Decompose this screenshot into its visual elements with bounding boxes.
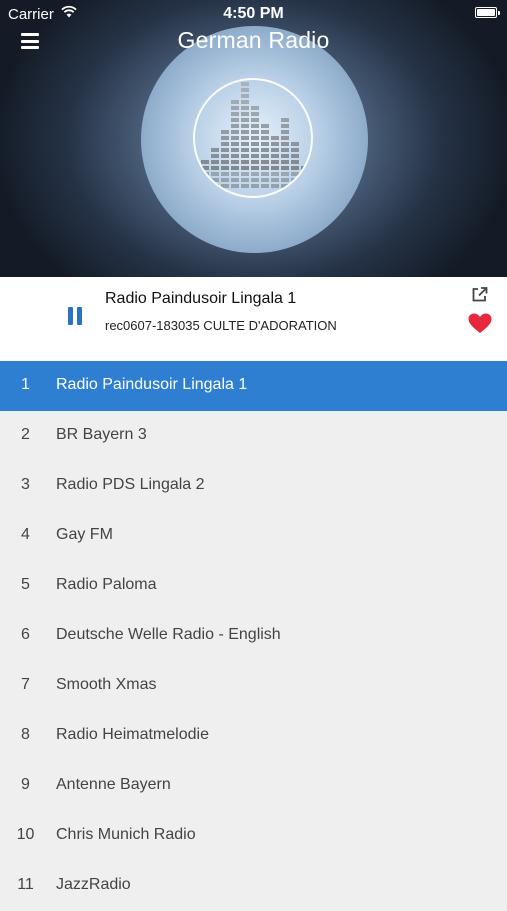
station-number: 2: [21, 426, 30, 443]
station-number: 7: [21, 676, 30, 693]
station-number: 3: [21, 476, 30, 493]
status-time: 4:50 PM: [223, 5, 284, 22]
equalizer-icon: [201, 82, 309, 188]
station-name: Radio Heimatmelodie: [56, 726, 209, 743]
station-number: 4: [21, 526, 30, 543]
station-name: Smooth Xmas: [56, 676, 157, 693]
station-row[interactable]: 8 Radio Heimatmelodie: [0, 711, 507, 761]
station-number: 6: [21, 626, 30, 643]
now-playing-track: rec0607-183035 CULTE D'ADORATION: [105, 318, 337, 333]
station-number: 9: [21, 776, 30, 793]
station-number: 5: [21, 576, 30, 593]
station-name: Radio Paloma: [56, 576, 157, 593]
header: Carrier 4:50 PM German Radio: [0, 0, 507, 277]
station-row[interactable]: 5 Radio Paloma: [0, 561, 507, 611]
equalizer-artwork: [193, 78, 313, 198]
station-row[interactable]: 6 Deutsche Welle Radio - English: [0, 611, 507, 661]
station-list: 1 Radio Paindusoir Lingala 1 2 BR Bayern 3 3…: [0, 361, 507, 911]
now-playing-bar: Radio Paindusoir Lingala 1 rec0607-18303…: [0, 277, 507, 361]
station-number: 11: [17, 876, 34, 893]
pause-icon[interactable]: [67, 307, 83, 325]
station-name: Antenne Bayern: [56, 776, 171, 793]
now-playing-station: Radio Paindusoir Lingala 1: [105, 290, 297, 307]
station-row[interactable]: 11 JazzRadio: [0, 861, 507, 911]
station-name: JazzRadio: [56, 876, 131, 893]
station-row[interactable]: 10 Chris Munich Radio: [0, 811, 507, 861]
station-row[interactable]: 9 Antenne Bayern: [0, 761, 507, 811]
station-row[interactable]: 4 Gay FM: [0, 511, 507, 561]
station-number: 1: [21, 376, 30, 393]
station-name: BR Bayern 3: [56, 426, 147, 443]
station-name: Radio PDS Lingala 2: [56, 476, 205, 493]
station-row[interactable]: 1 Radio Paindusoir Lingala 1: [0, 361, 507, 411]
heart-icon[interactable]: [468, 313, 492, 334]
station-row[interactable]: 7 Smooth Xmas: [0, 661, 507, 711]
station-row[interactable]: 3 Radio PDS Lingala 2: [0, 461, 507, 511]
page-title: German Radio: [177, 27, 330, 53]
station-number: 8: [21, 726, 30, 743]
station-number: 10: [16, 826, 35, 843]
station-name: Gay FM: [56, 526, 113, 543]
battery-icon: [475, 7, 500, 18]
station-name: Radio Paindusoir Lingala 1: [56, 376, 248, 393]
share-icon[interactable]: [472, 287, 488, 302]
station-row[interactable]: 2 BR Bayern 3: [0, 411, 507, 461]
station-name: Deutsche Welle Radio - English: [56, 626, 281, 643]
status-bar: Carrier 4:50 PM: [0, 0, 507, 26]
station-name: Chris Munich Radio: [56, 826, 196, 843]
